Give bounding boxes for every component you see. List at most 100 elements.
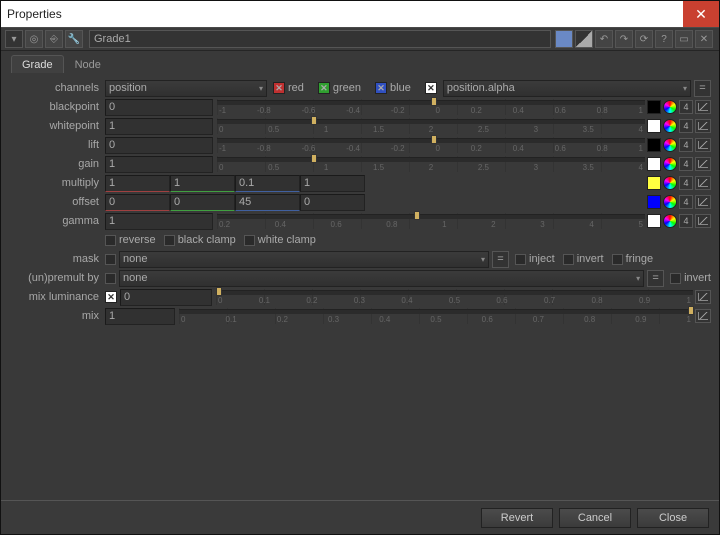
blackpoint-anim-button[interactable] bbox=[695, 100, 711, 114]
inject-checkbox[interactable] bbox=[515, 254, 526, 265]
tool-1-icon[interactable] bbox=[555, 30, 573, 48]
offset-a-input[interactable] bbox=[300, 194, 365, 211]
channels-dropdown[interactable]: position bbox=[105, 80, 267, 97]
offset-g-input[interactable] bbox=[170, 194, 235, 211]
undo-icon[interactable]: ↶ bbox=[595, 30, 613, 48]
fringe-checkbox[interactable] bbox=[612, 254, 623, 265]
menu-arrow-icon[interactable]: ▾ bbox=[5, 30, 23, 48]
gain-channels-button[interactable]: 4 bbox=[679, 157, 693, 171]
blue-checkbox[interactable]: ✕ bbox=[375, 82, 387, 94]
gamma-anim-button[interactable] bbox=[695, 214, 711, 228]
gain-color-wheel-icon[interactable] bbox=[663, 157, 677, 171]
whitepoint-channels-button[interactable]: 4 bbox=[679, 119, 693, 133]
red-label: red bbox=[288, 82, 304, 94]
maximize-icon[interactable]: ▭ bbox=[675, 30, 693, 48]
lift-color-wheel-icon[interactable] bbox=[663, 138, 677, 152]
blackpoint-channels-button[interactable]: 4 bbox=[679, 100, 693, 114]
mix-luminance-input[interactable] bbox=[120, 289, 212, 306]
node-name-input[interactable] bbox=[89, 30, 551, 48]
lift-channels-button[interactable]: 4 bbox=[679, 138, 693, 152]
lift-slider[interactable]: -1-0.8-0.6-0.4-0.200.20.40.60.81 bbox=[217, 137, 645, 153]
help-icon[interactable]: ? bbox=[655, 30, 673, 48]
lift-input[interactable] bbox=[105, 137, 213, 154]
gamma-slider[interactable]: 0.20.40.60.812345 bbox=[217, 213, 645, 229]
multiply-color-wheel-icon[interactable] bbox=[663, 176, 677, 190]
mix-luminance-x[interactable]: ✕ bbox=[105, 291, 117, 303]
multiply-g-input[interactable] bbox=[170, 175, 235, 192]
mix-anim-button[interactable] bbox=[695, 309, 711, 323]
blackpoint-color-wheel-icon[interactable] bbox=[663, 100, 677, 114]
gain-input[interactable] bbox=[105, 156, 213, 173]
panel: channels position ✕red ✕green ✕blue ✕ po… bbox=[1, 73, 719, 500]
multiply-channels-button[interactable]: 4 bbox=[679, 176, 693, 190]
blackpoint-input[interactable] bbox=[105, 99, 213, 116]
fringe-label: fringe bbox=[626, 253, 654, 265]
offset-r-input[interactable] bbox=[105, 194, 170, 211]
tab-grade[interactable]: Grade bbox=[11, 55, 64, 73]
channels-link-button[interactable]: = bbox=[694, 80, 711, 97]
whitepoint-input[interactable] bbox=[105, 118, 213, 135]
black-clamp-checkbox[interactable] bbox=[164, 235, 175, 246]
black-clamp-label: black clamp bbox=[178, 234, 236, 246]
gamma-input[interactable] bbox=[105, 213, 213, 230]
wrench-icon[interactable]: 🔧 bbox=[65, 30, 83, 48]
alpha-checkbox[interactable]: ✕ bbox=[425, 82, 437, 94]
close-panel-icon[interactable]: ✕ bbox=[695, 30, 713, 48]
offset-anim-button[interactable] bbox=[695, 195, 711, 209]
link-icon[interactable]: ⎆ bbox=[45, 30, 63, 48]
whitepoint-anim-button[interactable] bbox=[695, 119, 711, 133]
red-checkbox[interactable]: ✕ bbox=[273, 82, 285, 94]
multiply-a-input[interactable] bbox=[300, 175, 365, 192]
lift-swatch[interactable] bbox=[647, 138, 661, 152]
white-clamp-checkbox[interactable] bbox=[244, 235, 255, 246]
offset-b-input[interactable] bbox=[235, 194, 300, 211]
whitepoint-swatch[interactable] bbox=[647, 119, 661, 133]
tab-node[interactable]: Node bbox=[64, 55, 112, 73]
mask-dropdown[interactable]: none bbox=[119, 251, 489, 268]
gamma-channels-button[interactable]: 4 bbox=[679, 214, 693, 228]
mix-input[interactable] bbox=[105, 308, 175, 325]
refresh-icon[interactable]: ⟳ bbox=[635, 30, 653, 48]
blue-label: blue bbox=[390, 82, 411, 94]
blackpoint-swatch[interactable] bbox=[647, 100, 661, 114]
whitepoint-slider[interactable]: 00.511.522.533.54 bbox=[217, 118, 645, 134]
mix-slider[interactable]: 00.10.20.30.40.50.60.70.80.91 bbox=[179, 308, 693, 324]
unpremult-dropdown[interactable]: none bbox=[119, 270, 644, 287]
green-checkbox[interactable]: ✕ bbox=[318, 82, 330, 94]
gamma-color-wheel-icon[interactable] bbox=[663, 214, 677, 228]
gain-slider[interactable]: 00.511.522.533.54 bbox=[217, 156, 645, 172]
close-button[interactable]: Close bbox=[637, 508, 709, 528]
gamma-label: gamma bbox=[5, 215, 105, 227]
unpremult-link-button[interactable]: = bbox=[647, 270, 664, 287]
multiply-anim-button[interactable] bbox=[695, 176, 711, 190]
mask-enable-checkbox[interactable] bbox=[105, 254, 116, 265]
mask-link-button[interactable]: = bbox=[492, 251, 509, 268]
offset-channels-button[interactable]: 4 bbox=[679, 195, 693, 209]
reverse-checkbox[interactable] bbox=[105, 235, 116, 246]
gamma-swatch[interactable] bbox=[647, 214, 661, 228]
multiply-r-input[interactable] bbox=[105, 175, 170, 192]
unpremult-invert-checkbox[interactable] bbox=[670, 273, 681, 284]
offset-swatch[interactable] bbox=[647, 195, 661, 209]
tool-2-icon[interactable] bbox=[575, 30, 593, 48]
multiply-swatch[interactable] bbox=[647, 176, 661, 190]
mix-luminance-slider[interactable]: 00.10.20.30.40.50.60.70.80.91 bbox=[216, 289, 693, 305]
gain-anim-button[interactable] bbox=[695, 157, 711, 171]
mask-invert-label: invert bbox=[577, 253, 604, 265]
redo-icon[interactable]: ↷ bbox=[615, 30, 633, 48]
offset-label: offset bbox=[5, 196, 105, 208]
unpremult-enable-checkbox[interactable] bbox=[105, 273, 116, 284]
gain-swatch[interactable] bbox=[647, 157, 661, 171]
offset-color-wheel-icon[interactable] bbox=[663, 195, 677, 209]
multiply-b-input[interactable] bbox=[235, 175, 300, 192]
blackpoint-slider[interactable]: -1-0.8-0.6-0.4-0.200.20.40.60.81 bbox=[217, 99, 645, 115]
mask-invert-checkbox[interactable] bbox=[563, 254, 574, 265]
window-close-button[interactable]: ✕ bbox=[683, 1, 719, 27]
whitepoint-color-wheel-icon[interactable] bbox=[663, 119, 677, 133]
focus-icon[interactable]: ◎ bbox=[25, 30, 43, 48]
revert-button[interactable]: Revert bbox=[481, 508, 553, 528]
mix-luminance-anim-button[interactable] bbox=[695, 290, 711, 304]
cancel-button[interactable]: Cancel bbox=[559, 508, 631, 528]
alpha-channel-dropdown[interactable]: position.alpha bbox=[443, 80, 691, 97]
lift-anim-button[interactable] bbox=[695, 138, 711, 152]
